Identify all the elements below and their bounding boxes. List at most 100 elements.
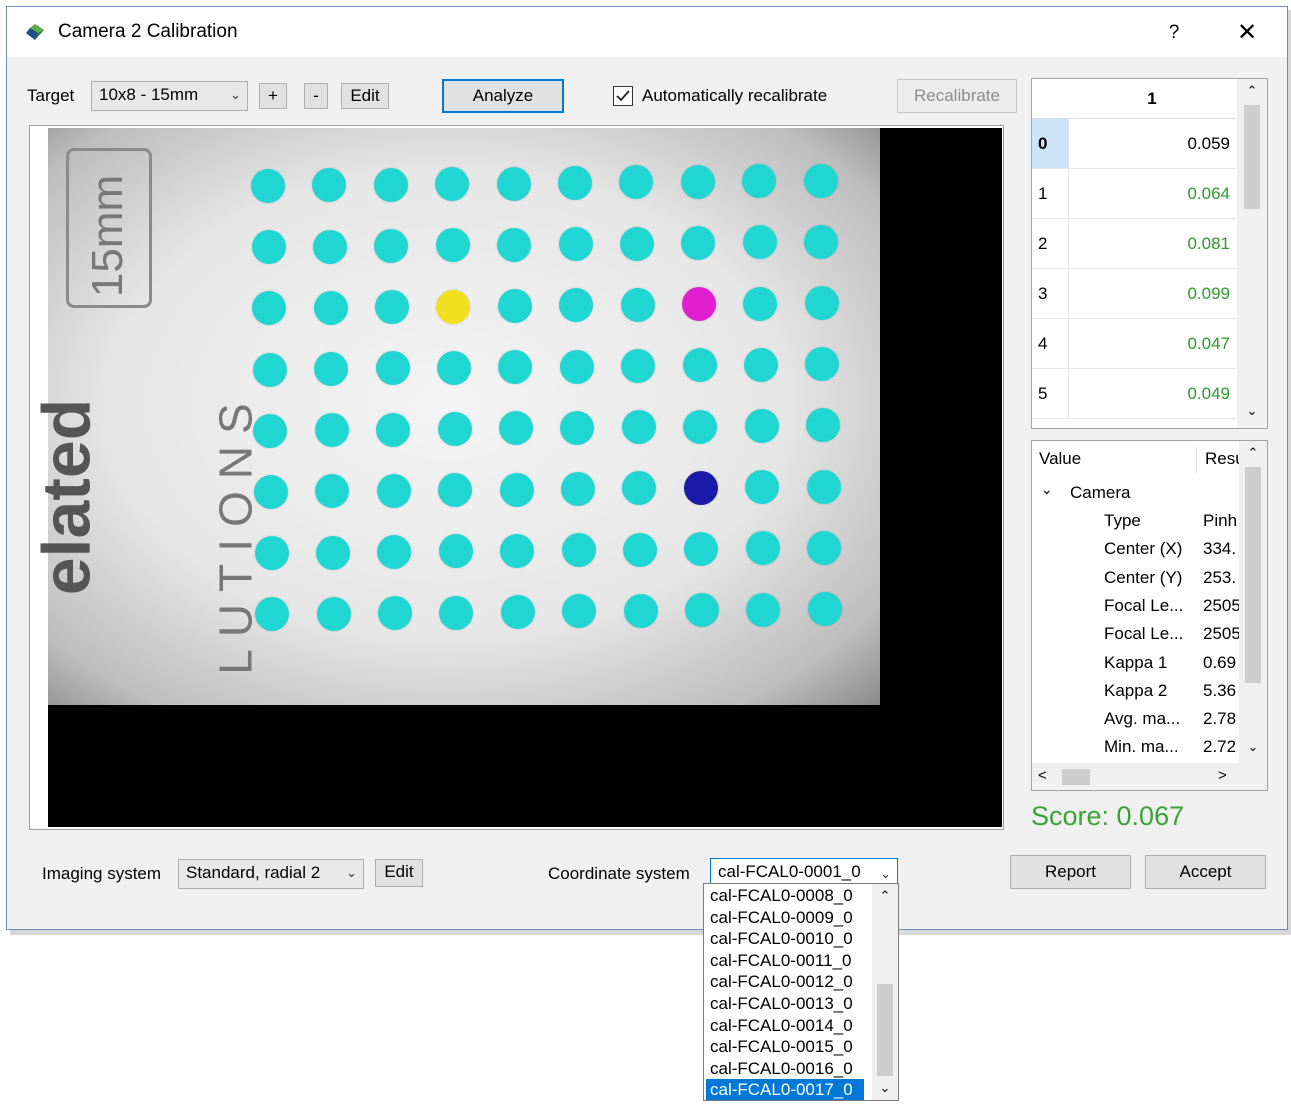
calibration-dot xyxy=(621,349,656,383)
tree-hscrollbar[interactable]: < > xyxy=(1032,763,1267,790)
error-grid[interactable]: 1 0 0.059 1 0.064 2 0.081 3 0.099 4 0.047 5 0.049 ⌃… xyxy=(1031,78,1268,429)
dropdown-option[interactable]: cal-FCAL0-0014_0 xyxy=(706,1015,864,1037)
tree-item-value[interactable]: 2.72 xyxy=(1203,737,1239,757)
dropdown-option[interactable]: cal-FCAL0-0015_0 xyxy=(706,1036,864,1058)
scroll-left-icon[interactable]: < xyxy=(1038,767,1047,784)
grid-scroll-thumb[interactable] xyxy=(1244,105,1260,209)
grid-row-header[interactable]: 4 xyxy=(1032,319,1068,369)
grid-column-header[interactable]: 1 xyxy=(1068,79,1236,119)
grid-row-header[interactable]: 0 xyxy=(1032,119,1068,169)
tree-item-name[interactable]: Focal Le... xyxy=(1104,596,1183,616)
calibration-dot xyxy=(314,413,349,448)
report-button[interactable]: Report xyxy=(1010,855,1131,889)
dropdown-scroll-thumb[interactable] xyxy=(877,984,893,1076)
scroll-down-icon[interactable]: ⌄ xyxy=(872,1080,898,1096)
camera-image-view[interactable]: 15mm elated LUTIONS xyxy=(28,125,1004,830)
add-target-button[interactable]: + xyxy=(259,83,287,109)
scroll-down-icon[interactable]: ⌄ xyxy=(1237,403,1267,419)
title-bar: Camera 2 Calibration ? ✕ xyxy=(7,7,1287,57)
scroll-up-icon[interactable]: ⌃ xyxy=(872,888,898,904)
close-button[interactable]: ✕ xyxy=(1227,17,1267,49)
tree-scroll-thumb[interactable] xyxy=(1245,467,1261,683)
tree-item-value[interactable]: Pinh xyxy=(1203,511,1239,531)
dropdown-option[interactable]: cal-FCAL0-0008_0 xyxy=(706,885,864,907)
dropdown-option[interactable]: cal-FCAL0-0016_0 xyxy=(706,1058,864,1080)
tree-item-value[interactable]: 334. xyxy=(1203,539,1239,559)
edit-target-button[interactable]: Edit xyxy=(341,83,389,109)
grid-cell[interactable]: 0.047 xyxy=(1068,319,1236,369)
grid-row-header[interactable]: 5 xyxy=(1032,369,1068,419)
dropdown-option[interactable]: cal-FCAL0-0013_0 xyxy=(706,993,864,1015)
tree-item-value[interactable]: 5.36 xyxy=(1203,681,1239,701)
calibration-dot xyxy=(561,533,596,568)
grid-cell[interactable]: 0.049 xyxy=(1068,369,1236,419)
tree-item-value[interactable]: 0.69 xyxy=(1203,653,1239,673)
score-text: Score: 0.067 xyxy=(1031,801,1185,831)
target-logo: elated LUTIONS xyxy=(28,328,261,718)
dropdown-option[interactable]: cal-FCAL0-0017_0 xyxy=(706,1079,864,1100)
tree-col-result[interactable]: Resu xyxy=(1205,449,1239,469)
tree-hscroll-thumb[interactable] xyxy=(1062,769,1090,785)
tree-col-value[interactable]: Value xyxy=(1039,449,1081,469)
calibration-dot xyxy=(620,226,654,261)
tree-item-name[interactable]: Focal Le... xyxy=(1104,624,1183,644)
calibration-dot xyxy=(439,595,474,630)
calibration-dot xyxy=(623,593,658,628)
calibration-dot xyxy=(807,592,842,626)
calibration-dot xyxy=(807,530,842,565)
target-select[interactable]: 10x8 - 15mm ⌄ xyxy=(91,81,248,111)
tree-group-camera[interactable]: Camera xyxy=(1070,483,1130,503)
calibration-dot xyxy=(681,226,716,260)
tree-item-name[interactable]: Type xyxy=(1104,511,1141,531)
tree-item-name[interactable]: Center (Y) xyxy=(1104,568,1182,588)
grid-row-header[interactable]: 2 xyxy=(1032,219,1068,269)
results-tree[interactable]: Value Resu ⌄ Camera Type Pinh Center (X) 33… xyxy=(1031,440,1268,791)
help-button[interactable]: ? xyxy=(1157,17,1191,49)
auto-recalibrate-label[interactable]: Automatically recalibrate xyxy=(642,86,827,106)
calibration-dot xyxy=(622,471,657,506)
auto-recalibrate-checkbox[interactable] xyxy=(613,86,633,106)
tree-col-divider[interactable] xyxy=(1196,447,1197,473)
grid-row-header[interactable]: 3 xyxy=(1032,269,1068,319)
grid-cell[interactable]: 0.064 xyxy=(1068,169,1236,219)
grid-cell[interactable]: 0.099 xyxy=(1068,269,1236,319)
calibration-dot xyxy=(806,408,840,443)
dropdown-option[interactable]: cal-FCAL0-0011_0 xyxy=(706,950,864,972)
scroll-right-icon[interactable]: > xyxy=(1218,767,1227,784)
grid-row-header[interactable]: 1 xyxy=(1032,169,1068,219)
imaging-system-select[interactable]: Standard, radial 2 ⌄ xyxy=(178,859,364,889)
analyze-button[interactable]: Analyze xyxy=(442,79,564,113)
tree-item-name[interactable]: Center (X) xyxy=(1104,539,1182,559)
calibration-dot xyxy=(313,290,348,325)
grid-cell[interactable]: 0.081 xyxy=(1068,219,1236,269)
tree-item-name[interactable]: Min. ma... xyxy=(1104,737,1179,757)
scroll-up-icon[interactable]: ⌃ xyxy=(1237,83,1267,99)
expand-chevron-icon[interactable]: ⌄ xyxy=(1041,481,1053,498)
tree-item-name[interactable]: Kappa 1 xyxy=(1104,653,1167,673)
accept-button[interactable]: Accept xyxy=(1145,855,1266,889)
tree-item-value[interactable]: 2.78 xyxy=(1203,709,1239,729)
tree-vscrollbar[interactable]: ⌃ ⌄ xyxy=(1239,441,1267,763)
tree-item-name[interactable]: Kappa 2 xyxy=(1104,681,1167,701)
scroll-up-icon[interactable]: ⌃ xyxy=(1239,445,1267,461)
tree-item-name[interactable]: Avg. ma... xyxy=(1104,709,1180,729)
calibration-dot xyxy=(682,348,717,383)
tree-item-value[interactable]: 253. xyxy=(1203,568,1239,588)
dropdown-option[interactable]: cal-FCAL0-0009_0 xyxy=(706,907,864,929)
recalibrate-button[interactable]: Recalibrate xyxy=(897,79,1017,113)
calibration-dot xyxy=(314,352,349,386)
calibration-dot xyxy=(558,166,592,200)
coordinate-system-value: cal-FCAL0-0001_0 xyxy=(718,862,861,881)
dropdown-option[interactable]: cal-FCAL0-0010_0 xyxy=(706,928,864,950)
edit-imaging-button[interactable]: Edit xyxy=(375,859,423,887)
dropdown-scrollbar[interactable]: ⌃ ⌄ xyxy=(872,884,898,1100)
dropdown-option[interactable]: cal-FCAL0-0012_0 xyxy=(706,971,864,993)
coordinate-system-dropdown[interactable]: cal-FCAL0-0008_0 cal-FCAL0-0009_0 cal-FCAL… xyxy=(703,883,899,1101)
scroll-down-icon[interactable]: ⌄ xyxy=(1239,739,1267,755)
tree-item-value[interactable]: 2505 xyxy=(1203,596,1239,616)
calibration-dot xyxy=(744,409,779,443)
grid-scrollbar[interactable]: ⌃ ⌄ xyxy=(1237,79,1267,428)
remove-target-button[interactable]: - xyxy=(304,83,328,109)
tree-item-value[interactable]: 2505 xyxy=(1203,624,1239,644)
grid-cell[interactable]: 0.059 xyxy=(1068,119,1236,169)
